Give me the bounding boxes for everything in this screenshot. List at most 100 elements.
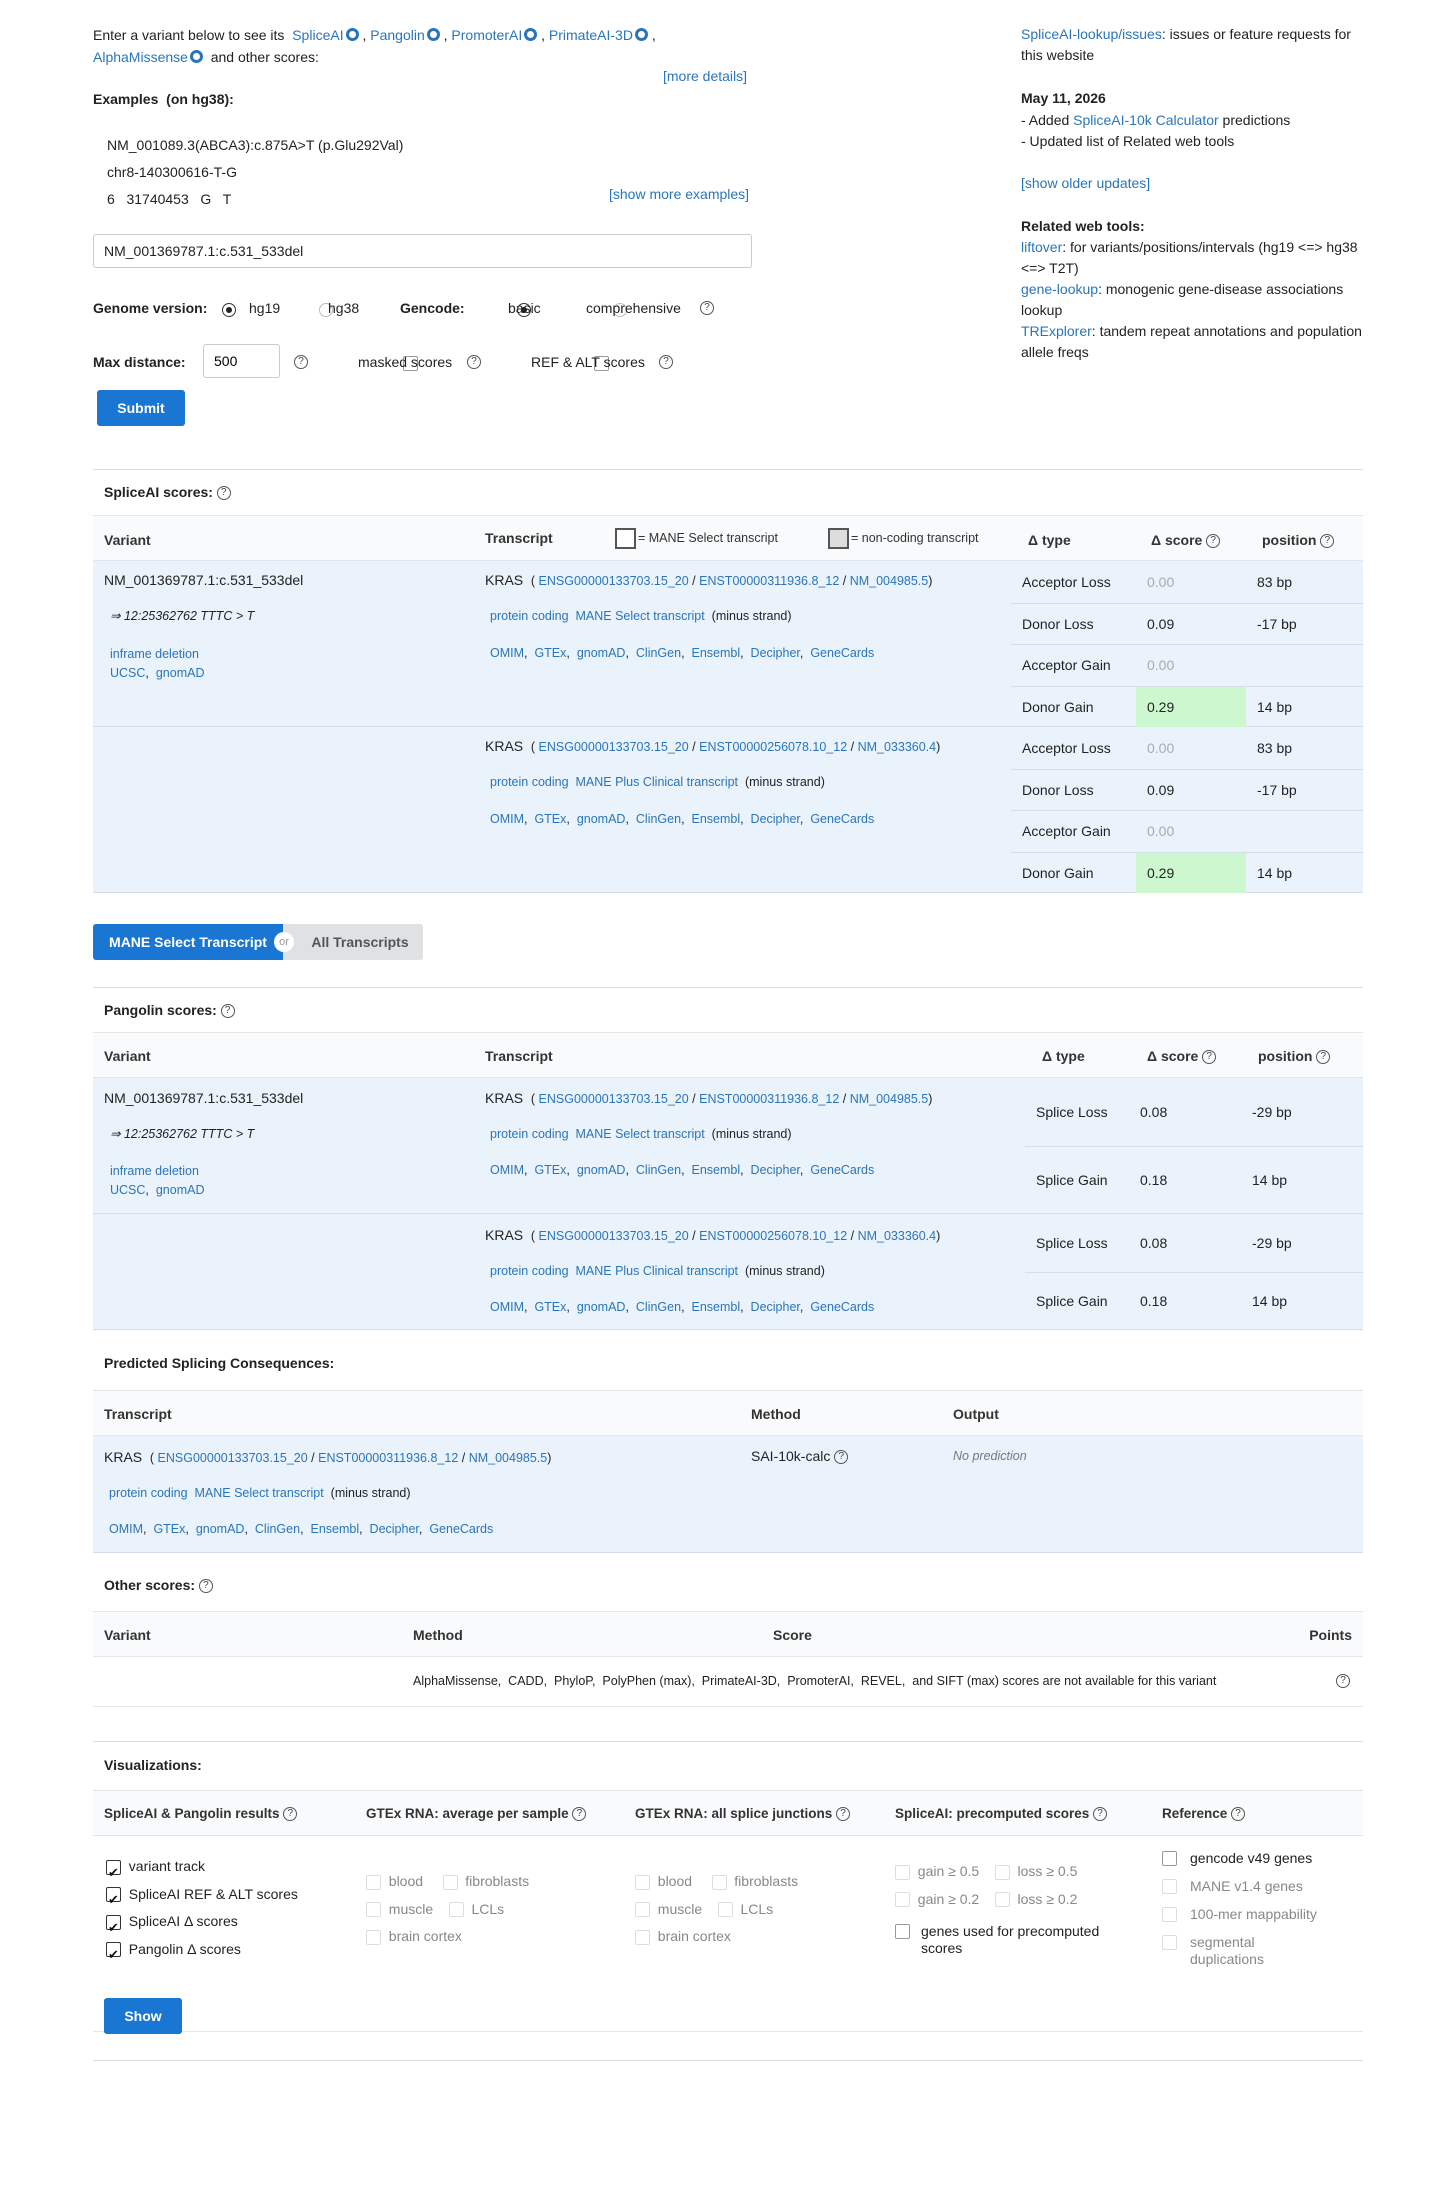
spliceai-ref-alt-checkbox[interactable] (106, 1886, 121, 1914)
help-icon[interactable]: ? (1320, 534, 1335, 549)
fibroblasts-checkbox[interactable] (711, 1874, 727, 1890)
consequence-link[interactable]: inframe deletion (110, 1164, 199, 1178)
refseq-link[interactable]: NM_004985.5 (469, 1451, 548, 1465)
ext-link-gtex[interactable]: GTEx (534, 1300, 566, 1314)
splice-calc-link[interactable]: SpliceAI-10k Calculator (1073, 112, 1219, 128)
help-icon[interactable]: ? (220, 1004, 235, 1019)
gnomad-link[interactable]: gnomAD (156, 666, 205, 680)
gene-id-link[interactable]: ENSG00000133703.15_20 (158, 1451, 308, 1465)
primateai-link[interactable]: PrimateAI-3D (549, 27, 633, 43)
spliceai-delta-checkbox[interactable] (106, 1914, 121, 1941)
loss-02-checkbox[interactable] (994, 1892, 1010, 1908)
pangolin-delta-checkbox[interactable] (106, 1941, 121, 1969)
github-icon[interactable] (189, 50, 203, 63)
ext-link-gnomad[interactable]: gnomAD (577, 1300, 626, 1314)
ext-link-genecards[interactable]: GeneCards (429, 1522, 493, 1536)
blood-checkbox[interactable] (366, 1874, 381, 1890)
mane-tag-link[interactable]: MANE Select transcript (575, 609, 704, 623)
promoterai-link[interactable]: PromoterAI (451, 27, 522, 43)
ext-link-ensembl[interactable]: Ensembl (691, 1163, 740, 1177)
mane-tag-link[interactable]: MANE Select transcript (575, 1127, 704, 1141)
ext-link-clingen[interactable]: ClinGen (255, 1522, 300, 1536)
gene-id-link[interactable]: ENSG00000133703.15_20 (539, 574, 689, 588)
help-icon[interactable]: ? (700, 301, 714, 315)
ext-link-decipher[interactable]: Decipher (751, 1300, 800, 1314)
ext-link-gtex[interactable]: GTEx (534, 812, 566, 826)
gene-id-link[interactable]: ENSG00000133703.15_20 (539, 740, 689, 754)
github-icon[interactable] (345, 28, 359, 41)
ext-link-omim[interactable]: OMIM (490, 1163, 524, 1177)
help-icon[interactable]: ? (659, 355, 673, 369)
mane-tag-link[interactable]: MANE Plus Clinical transcript (575, 1264, 738, 1278)
github-icon[interactable] (524, 28, 538, 41)
refseq-link[interactable]: NM_033360.4 (858, 740, 937, 754)
tx-id-link[interactable]: ENST00000256078.10_12 (699, 1229, 847, 1243)
ext-link-clingen[interactable]: ClinGen (636, 1300, 681, 1314)
mane-select-toggle[interactable]: MANE Select Transcript (93, 924, 283, 960)
more-details-link[interactable]: [more details] (663, 68, 747, 84)
lcls-checkbox[interactable] (448, 1902, 464, 1918)
biotype-link[interactable]: protein coding (109, 1486, 188, 1500)
ext-link-gtex[interactable]: GTEx (534, 1163, 566, 1177)
refseq-link[interactable]: NM_004985.5 (850, 574, 929, 588)
variant-input[interactable] (93, 234, 752, 268)
help-icon[interactable]: ? (467, 355, 481, 369)
github-icon[interactable] (426, 28, 440, 41)
ext-link-gnomad[interactable]: gnomAD (577, 812, 626, 826)
lcls-checkbox[interactable] (717, 1902, 733, 1918)
all-transcripts-toggle[interactable]: All Transcripts (283, 924, 423, 960)
segdup-checkbox[interactable] (1162, 1935, 1177, 1950)
mane-tag-link[interactable]: MANE Plus Clinical transcript (575, 775, 738, 789)
ext-link-clingen[interactable]: ClinGen (636, 1163, 681, 1177)
fibroblasts-checkbox[interactable] (442, 1874, 458, 1890)
ucsc-link[interactable]: UCSC (110, 666, 145, 680)
example-item[interactable]: NM_001089.3(ABCA3):c.875A>T (p.Glu292Val… (107, 132, 403, 159)
gain-02-checkbox[interactable] (895, 1892, 910, 1908)
mane-tag-link[interactable]: MANE Select transcript (194, 1486, 323, 1500)
liftover-link[interactable]: liftover (1021, 239, 1062, 255)
pangolin-link[interactable]: Pangolin (370, 27, 425, 43)
ext-link-decipher[interactable]: Decipher (751, 812, 800, 826)
ext-link-genecards[interactable]: GeneCards (810, 646, 874, 660)
ext-link-gnomad[interactable]: gnomAD (577, 1163, 626, 1177)
mane-genes-checkbox[interactable] (1162, 1879, 1177, 1894)
muscle-checkbox[interactable] (366, 1902, 381, 1918)
gain-05-checkbox[interactable] (895, 1864, 910, 1880)
brain-cortex-checkbox[interactable] (366, 1929, 381, 1945)
tx-id-link[interactable]: ENST00000311936.8_12 (699, 574, 839, 588)
loss-05-checkbox[interactable] (994, 1864, 1010, 1880)
gencode-checkbox[interactable] (1162, 1851, 1177, 1866)
ucsc-link[interactable]: UCSC (110, 1183, 145, 1197)
ext-link-genecards[interactable]: GeneCards (810, 1300, 874, 1314)
precomputed-genes-checkbox[interactable] (895, 1924, 910, 1939)
github-icon[interactable] (634, 28, 648, 41)
help-icon[interactable]: ? (1093, 1807, 1108, 1822)
show-more-examples-link[interactable]: [show more examples] (609, 186, 749, 202)
ext-link-gnomad[interactable]: gnomAD (196, 1522, 245, 1536)
biotype-link[interactable]: protein coding (490, 775, 569, 789)
help-icon[interactable]: ? (198, 1579, 213, 1594)
tx-id-link[interactable]: ENST00000311936.8_12 (318, 1451, 458, 1465)
hg19-radio[interactable] (222, 303, 236, 318)
muscle-checkbox[interactable] (635, 1902, 650, 1918)
submit-button[interactable]: Submit (97, 390, 185, 426)
ext-link-omim[interactable]: OMIM (109, 1522, 143, 1536)
ext-link-clingen[interactable]: ClinGen (636, 812, 681, 826)
biotype-link[interactable]: protein coding (490, 1127, 569, 1141)
max-distance-input[interactable] (203, 344, 280, 378)
mappability-checkbox[interactable] (1162, 1907, 1177, 1922)
alphamissense-link[interactable]: AlphaMissense (93, 49, 188, 65)
ext-link-decipher[interactable]: Decipher (751, 1163, 800, 1177)
tx-id-link[interactable]: ENST00000311936.8_12 (699, 1092, 839, 1106)
help-icon[interactable]: ? (1231, 1807, 1246, 1822)
issues-link[interactable]: SpliceAI-lookup/issues (1021, 26, 1162, 42)
refseq-link[interactable]: NM_033360.4 (858, 1229, 937, 1243)
refseq-link[interactable]: NM_004985.5 (850, 1092, 929, 1106)
spliceai-link[interactable]: SpliceAI (292, 27, 343, 43)
gene-lookup-link[interactable]: gene-lookup (1021, 281, 1098, 297)
example-item[interactable]: 6 31740453 G T (107, 186, 403, 213)
ext-link-genecards[interactable]: GeneCards (810, 812, 874, 826)
example-item[interactable]: chr8-140300616-T-G (107, 159, 403, 186)
help-icon[interactable]: ? (1336, 1674, 1350, 1688)
ext-link-omim[interactable]: OMIM (490, 812, 524, 826)
